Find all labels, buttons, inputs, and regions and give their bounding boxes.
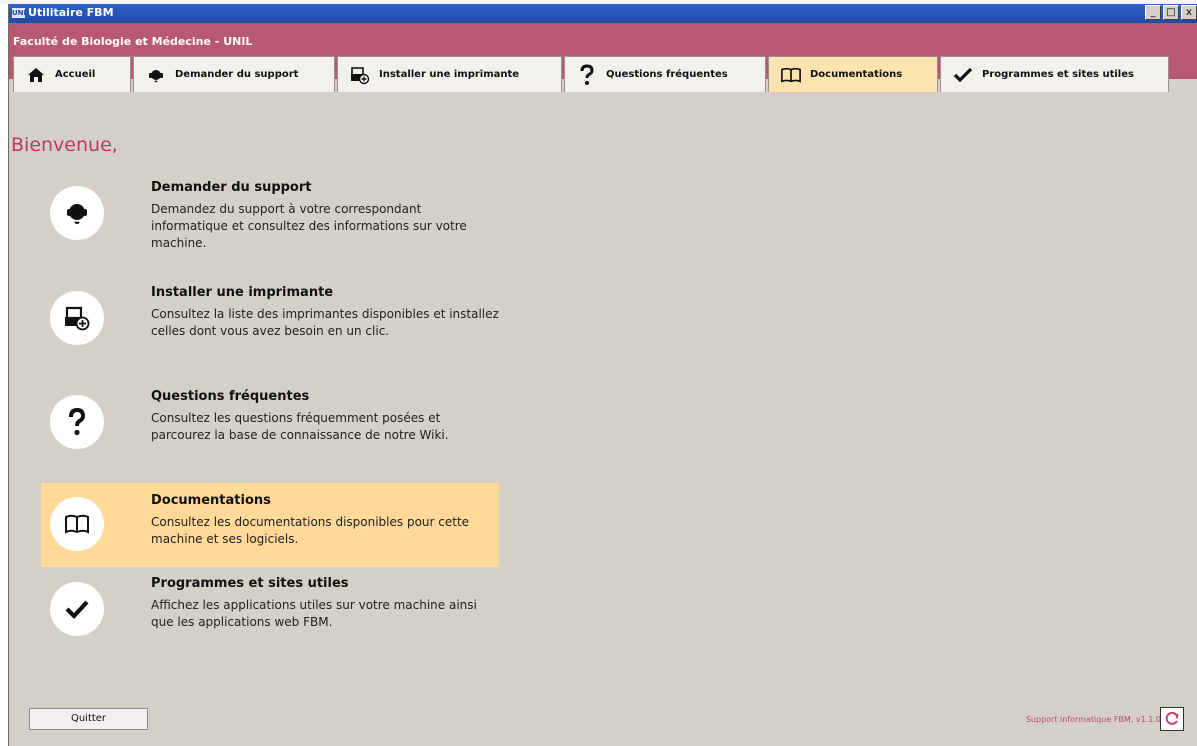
item-title: Questions fréquentes — [151, 389, 310, 404]
tab-label: Demander du support — [175, 69, 299, 80]
tab-accueil[interactable]: Accueil — [13, 56, 131, 92]
tab-installer-imprimante[interactable]: Installer une imprimante — [337, 56, 562, 92]
tab-documentations[interactable]: Documentations — [768, 56, 938, 92]
book-icon — [50, 497, 104, 551]
item-description: Consultez les documentations disponibles… — [151, 515, 470, 546]
tab-label: Documentations — [810, 69, 903, 80]
tab-label: Questions fréquentes — [606, 69, 728, 80]
question-icon — [577, 63, 597, 85]
window-title: Utilitaire FBM — [28, 6, 114, 19]
maximize-button[interactable]: □ — [1163, 5, 1179, 20]
item-title: Programmes et sites utiles — [151, 576, 349, 591]
menu-item-documentations[interactable]: Documentations Consultez les documentati… — [41, 483, 499, 567]
item-description: Consultez la liste des imprimantes dispo… — [151, 307, 499, 338]
menu-item-programmes[interactable]: Programmes et sites utiles Affichez les … — [41, 572, 499, 648]
item-title: Demander du support — [151, 180, 312, 195]
item-title: Installer une imprimante — [151, 285, 334, 300]
tab-bar: Accueil Demander du support Installer un… — [9, 56, 1197, 92]
menu-item-imprimante[interactable]: Installer une imprimante Consultez la li… — [41, 281, 499, 357]
item-description: Consultez les questions fréquemment posé… — [151, 411, 449, 442]
tab-label: Programmes et sites utiles — [982, 69, 1134, 80]
book-icon — [781, 65, 801, 85]
banner-title: Faculté de Biologie et Médecine - UNIL — [13, 35, 253, 48]
item-title: Documentations — [151, 493, 271, 508]
menu-item-support[interactable]: Demander du support Demandez du support … — [41, 176, 499, 252]
app-window: UNI Utilitaire FBM _ □ x Faculté de Biol… — [8, 4, 1197, 746]
window-controls: _ □ x — [1145, 5, 1197, 20]
quit-button[interactable]: Quitter — [29, 708, 148, 730]
welcome-heading: Bienvenue, — [11, 134, 118, 156]
minimize-button[interactable]: _ — [1145, 5, 1161, 20]
printer-add-icon — [50, 291, 104, 345]
item-description: Demandez du support à votre correspondan… — [151, 202, 467, 250]
tab-questions-frequentes[interactable]: Questions fréquentes — [564, 56, 766, 92]
printer-add-icon — [350, 65, 370, 85]
unil-logo: UNI — [12, 8, 27, 18]
tab-label: Accueil — [55, 69, 96, 80]
home-icon — [26, 65, 46, 85]
close-button[interactable]: x — [1181, 5, 1197, 20]
tab-label: Installer une imprimante — [379, 69, 520, 80]
support-headset-icon — [50, 186, 104, 240]
title-bar: UNI Utilitaire FBM _ □ x — [9, 4, 1197, 23]
check-icon — [953, 65, 973, 85]
support-headset-icon — [146, 65, 166, 85]
question-icon — [50, 395, 104, 449]
check-icon — [50, 582, 104, 636]
item-description: Affichez les applications utiles sur vot… — [151, 598, 477, 629]
tab-demander-support[interactable]: Demander du support — [133, 56, 335, 92]
main-content: Bienvenue, Demander du support Demandez … — [9, 92, 1197, 746]
menu-item-questions[interactable]: Questions fréquentes Consultez les quest… — [41, 385, 499, 461]
support-version-text: Support informatique FBM, v1.1.0 — [1025, 715, 1161, 724]
refresh-icon[interactable] — [1160, 707, 1184, 731]
tab-programmes-sites[interactable]: Programmes et sites utiles — [940, 56, 1169, 92]
